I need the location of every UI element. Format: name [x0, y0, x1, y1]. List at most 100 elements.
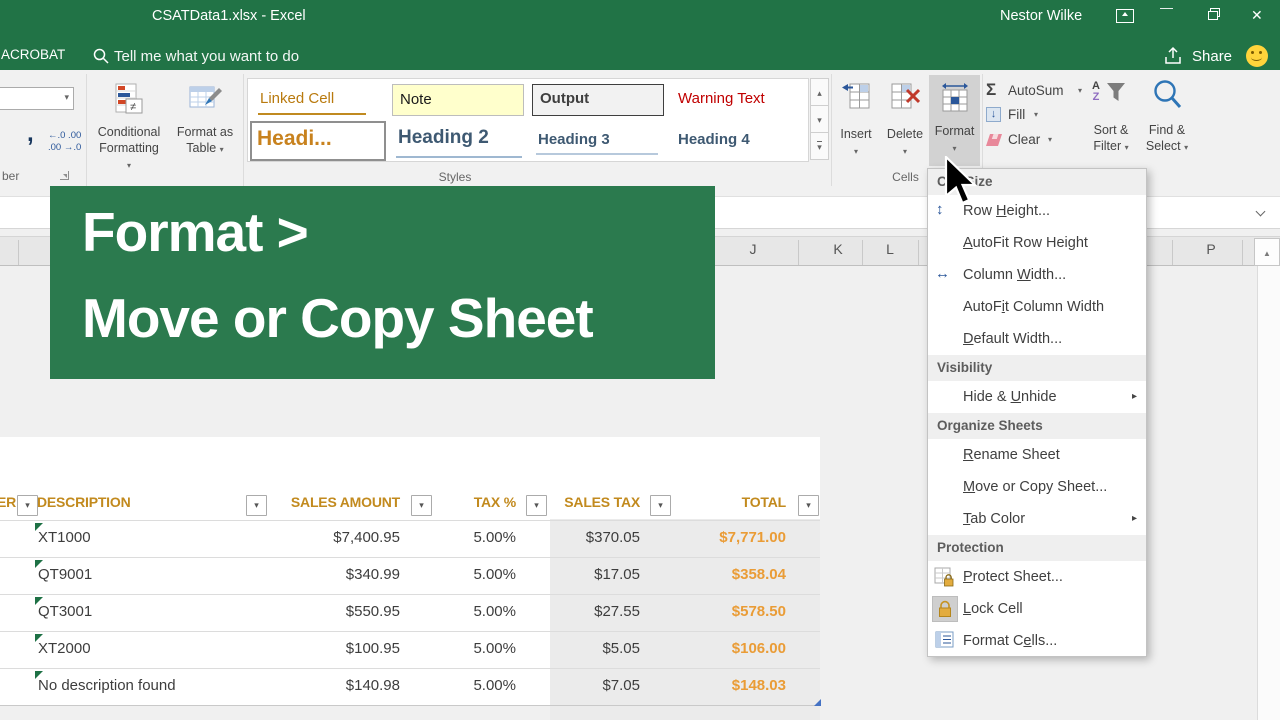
submenu-arrow-icon: ▸: [1131, 391, 1137, 402]
format-cells-icon: [935, 631, 954, 648]
cell-total[interactable]: $106.00: [666, 640, 786, 657]
decrease-decimal-button[interactable]: ←.0 .00: [48, 130, 81, 141]
menu-item-hide-unhide[interactable]: Hide & Unhide ▸: [928, 381, 1146, 413]
menu-item-lock-cell[interactable]: Lock Cell: [928, 593, 1146, 625]
filter-arrow-icon: ▾: [254, 500, 259, 510]
delete-button[interactable]: Delete ▾: [882, 78, 928, 162]
filter-button[interactable]: ▾: [17, 495, 38, 516]
divider: [1172, 240, 1173, 265]
cell-description[interactable]: QT9001: [38, 566, 92, 583]
filter-button[interactable]: ▾: [650, 495, 671, 516]
cell-sales-amount[interactable]: $7,400.95: [260, 529, 400, 546]
column-header-l[interactable]: L: [879, 241, 901, 257]
svg-text:≠: ≠: [130, 101, 136, 113]
insert-button[interactable]: Insert ▾: [834, 78, 878, 162]
cell-sales-amount[interactable]: $100.95: [260, 640, 400, 657]
menu-item-autofit-column-width[interactable]: AutoFit Column Width: [928, 291, 1146, 323]
cell-description[interactable]: XT1000: [38, 529, 91, 546]
number-format-dropdown[interactable]: ▾: [0, 87, 74, 110]
scroll-up-button[interactable]: ▲: [1254, 238, 1280, 266]
menu-item-rename-sheet[interactable]: Rename Sheet: [928, 439, 1146, 471]
menu-item-tab-color[interactable]: Tab Color ▸: [928, 503, 1146, 535]
eraser-icon: [986, 134, 1002, 146]
sort-filter-label: Sort &: [1093, 123, 1129, 137]
gallery-scroll-up[interactable]: ▴: [810, 78, 829, 106]
restore-button[interactable]: [1208, 8, 1220, 20]
style-heading-2[interactable]: Heading 2: [390, 122, 528, 161]
scrollbar-track[interactable]: [1257, 266, 1280, 720]
sort-filter-button[interactable]: AZ Sort & Filter ▾: [1082, 76, 1140, 162]
column-header-j[interactable]: J: [742, 241, 764, 257]
menu-item-protect-sheet[interactable]: Protect Sheet...: [928, 561, 1146, 593]
cell-description[interactable]: XT2000: [38, 640, 91, 657]
style-heading-3[interactable]: Heading 3: [530, 122, 668, 161]
format-button-active[interactable]: Format ▾: [929, 75, 980, 166]
cell-tax[interactable]: 5.00%: [430, 529, 516, 546]
cell-total[interactable]: $148.03: [666, 677, 786, 694]
menu-item-move-or-copy-sheet[interactable]: Move or Copy Sheet...: [928, 471, 1146, 503]
style-warning-text[interactable]: Warning Text: [670, 83, 808, 119]
menu-item-format-cells[interactable]: Format Cells...: [928, 625, 1146, 657]
share-button[interactable]: Share: [1192, 48, 1232, 65]
cell-sales-amount[interactable]: $550.95: [260, 603, 400, 620]
column-header-k[interactable]: K: [827, 241, 849, 257]
clear-button[interactable]: Clear ▾: [984, 131, 1064, 151]
cell-tax[interactable]: 5.00%: [430, 677, 516, 694]
filter-button[interactable]: ▾: [798, 495, 819, 516]
cell-sales-tax[interactable]: $370.05: [530, 529, 640, 546]
cell-tax[interactable]: 5.00%: [430, 640, 516, 657]
style-heading-4[interactable]: Heading 4: [670, 122, 808, 161]
format-as-table-label: Table: [186, 141, 217, 155]
dialog-launcher-icon[interactable]: [60, 171, 69, 180]
gallery-scroll-down[interactable]: ▾: [810, 105, 829, 133]
cell-description[interactable]: No description found: [38, 677, 176, 694]
divider: [862, 240, 863, 265]
find-select-button[interactable]: Find & Select ▾: [1138, 76, 1196, 162]
cell-sales-amount[interactable]: $340.99: [260, 566, 400, 583]
cell-total[interactable]: $578.50: [666, 603, 786, 620]
cell-description[interactable]: QT3001: [38, 603, 92, 620]
cell-sales-amount[interactable]: $140.98: [260, 677, 400, 694]
gallery-more-button[interactable]: ▾: [810, 132, 829, 160]
menu-item-default-width[interactable]: Default Width...: [928, 323, 1146, 355]
formula-bar-expand-icon[interactable]: [1255, 206, 1266, 217]
cell-sales-tax[interactable]: $7.05: [530, 677, 640, 694]
menu-item-autofit-row-height[interactable]: AutoFit Row Height: [928, 227, 1146, 259]
conditional-formatting-button[interactable]: ≠ Conditional Formatting ▾: [96, 76, 162, 170]
comma-style-button[interactable]: ,: [27, 120, 34, 148]
cell-total[interactable]: $358.04: [666, 566, 786, 583]
style-note[interactable]: Note: [390, 83, 528, 119]
conditional-formatting-label: Conditional: [97, 125, 161, 139]
cell-sales-tax[interactable]: $5.05: [530, 640, 640, 657]
tell-me-box[interactable]: Tell me what you want to do: [114, 48, 299, 65]
cell-tax[interactable]: 5.00%: [430, 566, 516, 583]
divider: [918, 240, 919, 265]
format-as-table-button[interactable]: Format as Table ▾: [168, 76, 242, 166]
style-linked-cell[interactable]: Linked Cell: [250, 83, 388, 119]
cell-sales-tax[interactable]: $27.55: [530, 603, 640, 620]
share-icon: [1165, 46, 1181, 64]
sigma-icon: Σ: [986, 80, 997, 99]
feedback-smiley-button[interactable]: [1246, 45, 1268, 67]
tab-acrobat[interactable]: ACROBAT: [1, 47, 65, 62]
ribbon-display-options-button[interactable]: [1116, 9, 1134, 23]
filter-button[interactable]: ▾: [411, 495, 432, 516]
fill-button[interactable]: ↓ Fill ▾: [984, 106, 1054, 126]
style-output[interactable]: Output: [530, 83, 668, 119]
menu-section-protection: Protection: [928, 535, 1146, 561]
cell-tax[interactable]: 5.00%: [430, 603, 516, 620]
cell-sales-tax[interactable]: $17.05: [530, 566, 640, 583]
column-header-p[interactable]: P: [1200, 241, 1222, 257]
banner-line-2: Move or Copy Sheet: [82, 287, 594, 349]
restore-icon: [1208, 11, 1218, 20]
table-resize-handle[interactable]: [814, 699, 821, 706]
close-button[interactable]: ✕: [1251, 7, 1263, 24]
minimize-button[interactable]: —: [1160, 0, 1173, 15]
increase-decimal-button[interactable]: .00 →.0: [48, 142, 81, 153]
user-name: Nestor Wilke: [1000, 8, 1083, 24]
style-heading-1-selected[interactable]: Headi...: [250, 121, 386, 161]
menu-item-column-width[interactable]: ↔ Column Width...: [928, 259, 1146, 291]
cell-total[interactable]: $7,771.00: [666, 529, 786, 546]
format-cells-big-icon: [942, 83, 968, 112]
autosum-button[interactable]: Σ AutoSum ▾: [984, 80, 1094, 102]
